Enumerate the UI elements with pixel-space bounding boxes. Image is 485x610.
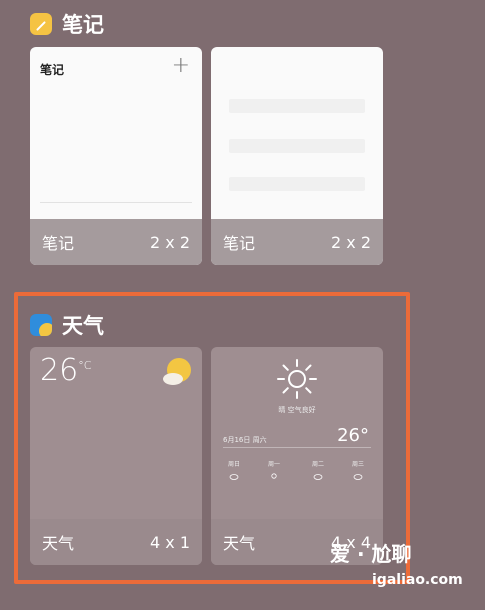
widget-footer: 天气 4 x 1 (30, 519, 202, 565)
current-temperature: 26°C (40, 353, 92, 388)
watermark-url: igaliao.com (372, 572, 463, 588)
add-note-icon[interactable]: + (172, 53, 190, 78)
divider (223, 447, 371, 448)
notes-widget-2x2-a[interactable]: 笔记 + 笔记 2 x 2 (30, 47, 202, 265)
notes-section-header: 笔记 (30, 9, 104, 39)
weather-date: 6月16日 周六 (223, 436, 267, 444)
placeholder-line (229, 99, 365, 113)
weather-widget-4x4[interactable]: 晴 空气良好 6月16日 周六 26° 周日 周一 周二 周三 天气 4 x 4 (211, 347, 383, 565)
watermark-text: 爱 · 尬聊 (330, 542, 412, 566)
divider (40, 202, 192, 203)
widget-size: 2 x 2 (331, 232, 371, 252)
cloud-icon (353, 474, 363, 480)
weather-widget-4x1[interactable]: 26°C 天气 4 x 1 (30, 347, 202, 565)
widget-label: 笔记 (223, 234, 256, 253)
placeholder-line (229, 139, 365, 153)
notes-widget-header: 笔记 (40, 63, 65, 77)
widget-label: 天气 (42, 534, 75, 553)
notes-app-icon (30, 13, 52, 35)
weather-app-icon (30, 314, 52, 336)
sun-small-icon (271, 473, 277, 479)
forecast-day: 周二 (303, 459, 333, 483)
widget-footer: 笔记 2 x 2 (30, 219, 202, 265)
cloud-icon (229, 474, 239, 480)
notes-section-title: 笔记 (62, 13, 104, 37)
weather-temperature: 26° (337, 425, 369, 446)
forecast-day: 周一 (259, 459, 289, 483)
sun-icon (277, 359, 317, 399)
widget-label: 天气 (223, 534, 256, 553)
widget-size: 4 x 1 (150, 532, 190, 552)
weather-section-title: 天气 (62, 314, 104, 338)
partly-cloudy-icon (163, 358, 191, 385)
forecast-day: 周日 (219, 459, 249, 483)
cloud-icon (313, 474, 323, 480)
weather-condition: 晴 空气良好 (278, 406, 316, 414)
notes-widget-2x2-b[interactable]: 笔记 2 x 2 (211, 47, 383, 265)
widget-footer: 笔记 2 x 2 (211, 219, 383, 265)
placeholder-line (229, 177, 365, 191)
weather-section-header: 天气 (30, 310, 104, 340)
forecast-day: 周三 (343, 459, 373, 483)
widget-label: 笔记 (42, 234, 75, 253)
widget-size: 2 x 2 (150, 232, 190, 252)
